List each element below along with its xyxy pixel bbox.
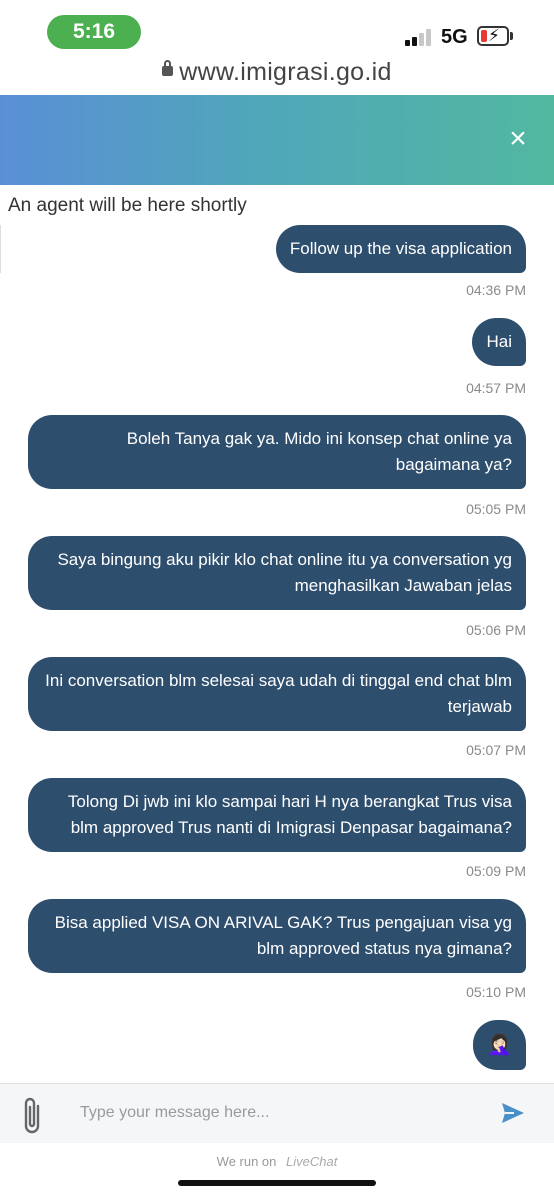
footer: We run on LiveChat — [0, 1144, 554, 1200]
send-icon[interactable] — [500, 1100, 526, 1126]
signal-icon — [405, 28, 435, 46]
paperclip-icon[interactable] — [18, 1094, 48, 1136]
url-text: www.imigrasi.go.id — [179, 58, 392, 86]
message-timestamp: 05:10 PM — [466, 984, 526, 1000]
close-icon[interactable]: × — [504, 124, 532, 154]
message-timestamp: 05:06 PM — [466, 622, 526, 638]
message-bubble: Follow up the visa application — [275, 225, 526, 273]
battery-icon: ⚡ — [477, 26, 509, 46]
clock: 5:16 — [47, 15, 141, 49]
message-timestamp: 04:36 PM — [466, 282, 526, 298]
emoji-message-bubble: 🤦🏻‍♀️ — [473, 1020, 526, 1070]
status-bar: 5:16 5G ⚡ — [0, 0, 554, 60]
message-bubble: Saya bingung aku pikir klo chat online i… — [28, 536, 526, 610]
message-bubble: Ini conversation blm selesai saya udah d… — [28, 657, 526, 731]
message-bubble: Hai — [472, 318, 526, 366]
powered-by: We run on LiveChat — [0, 1154, 554, 1169]
divider — [0, 225, 1, 273]
message-bubble: Tolong Di jwb ini klo sampai hari H nya … — [28, 778, 526, 852]
message-bubble: Boleh Tanya gak ya. Mido ini konsep chat… — [28, 415, 526, 489]
chat-header: × — [0, 95, 554, 185]
url-bar[interactable]: www.imigrasi.go.id — [0, 58, 554, 94]
message-timestamp: 05:07 PM — [466, 742, 526, 758]
composer — [0, 1083, 554, 1143]
lock-icon — [162, 60, 174, 76]
message-timestamp: 05:05 PM — [466, 501, 526, 517]
message-timestamp: 05:09 PM — [466, 863, 526, 879]
battery-cap — [510, 32, 513, 40]
message-input[interactable] — [68, 1094, 468, 1132]
home-indicator[interactable] — [178, 1180, 376, 1186]
powered-by-prefix: We run on — [216, 1154, 277, 1169]
message-bubble: Bisa applied VISA ON ARIVAL GAK? Trus pe… — [28, 899, 526, 973]
livechat-logo[interactable]: LiveChat — [286, 1154, 337, 1169]
agent-notice: An agent will be here shortly — [8, 195, 247, 216]
network-label: 5G — [441, 26, 468, 48]
message-timestamp: 04:57 PM — [466, 380, 526, 396]
